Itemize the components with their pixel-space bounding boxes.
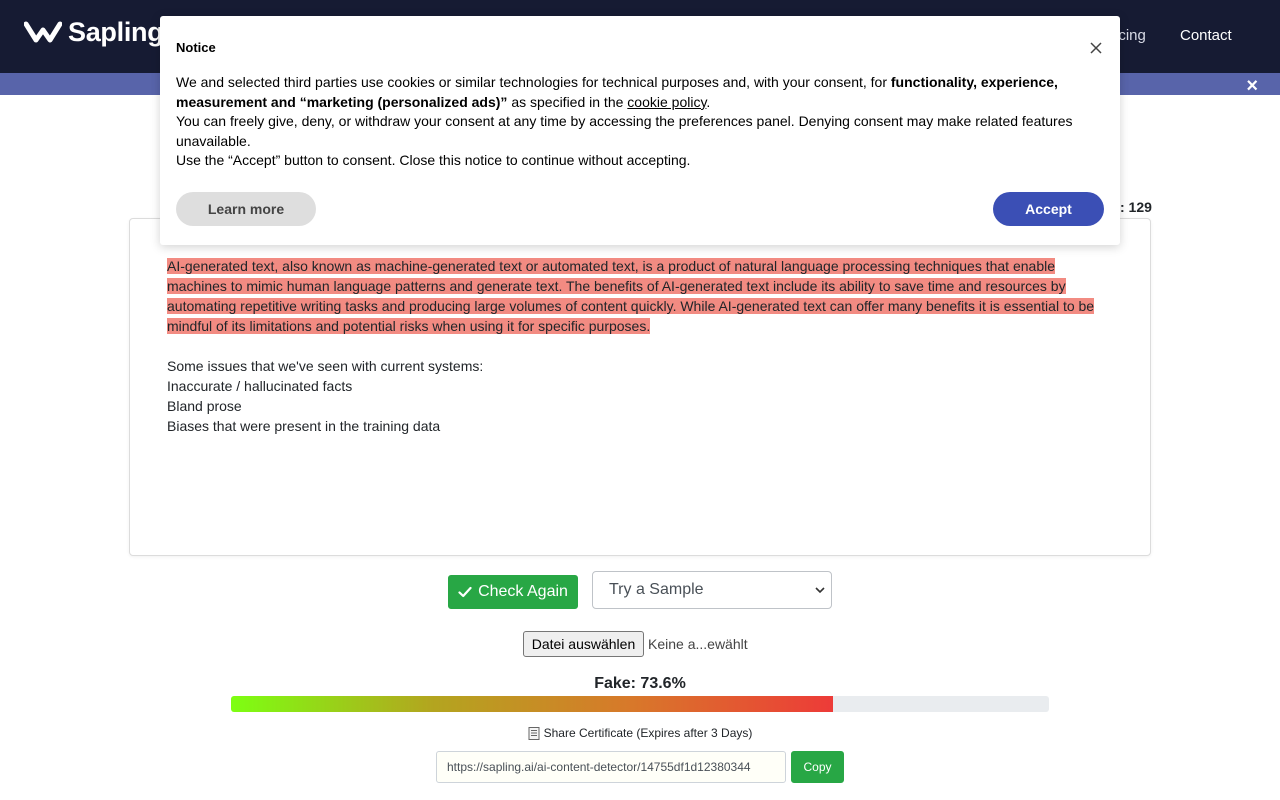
share-url-input[interactable] bbox=[436, 751, 786, 783]
close-icon[interactable] bbox=[1090, 42, 1102, 54]
check-again-button[interactable]: Check Again bbox=[448, 575, 578, 609]
check-again-label: Check Again bbox=[478, 583, 568, 600]
cookie-policy-link[interactable]: cookie policy bbox=[627, 94, 706, 110]
document-icon bbox=[528, 726, 540, 740]
share-certificate-row: Share Certificate (Expires after 3 Days) bbox=[0, 726, 1280, 740]
checkmark-icon bbox=[458, 586, 472, 598]
logo-text: Sapling bbox=[68, 16, 164, 47]
notice-body: We and selected third parties use cookie… bbox=[176, 73, 1096, 171]
chevron-down-icon bbox=[815, 587, 825, 594]
editor-line: Inaccurate / hallucinated facts bbox=[167, 378, 353, 394]
editor-line: Biases that were present in the training… bbox=[167, 418, 441, 434]
sapling-logo[interactable]: Sapling bbox=[24, 15, 164, 49]
accept-button[interactable]: Accept bbox=[993, 192, 1104, 226]
editor-line: Some issues that we've seen with current… bbox=[167, 358, 484, 374]
notice-text: . bbox=[706, 93, 711, 110]
share-certificate-label: Share Certificate (Expires after 3 Days) bbox=[543, 726, 753, 740]
notice-text: You can freely give, deny, or withdraw y… bbox=[176, 113, 1073, 149]
ai-highlighted-text: AI-generated text, also known as machine… bbox=[167, 258, 1095, 334]
fake-score-progress-fill bbox=[231, 696, 834, 712]
banner-close-icon[interactable]: × bbox=[1246, 76, 1258, 96]
sapling-logo-icon bbox=[24, 21, 62, 43]
copy-button[interactable]: Copy bbox=[791, 751, 844, 783]
editor-content[interactable]: AI-generated text, also known as machine… bbox=[167, 256, 1107, 436]
sample-select-value: Try a Sample bbox=[609, 581, 704, 598]
cookie-notice-dialog: Notice We and selected third parties use… bbox=[160, 16, 1120, 245]
file-choose-button[interactable]: Datei auswählen bbox=[523, 631, 644, 657]
notice-text: We and selected third parties use cookie… bbox=[176, 74, 891, 90]
character-count: : 129 bbox=[1120, 199, 1152, 215]
fake-score-label: Fake: 73.6% bbox=[594, 675, 686, 692]
fake-score-progress-bar bbox=[231, 696, 1049, 712]
learn-more-button[interactable]: Learn more bbox=[176, 192, 316, 226]
notice-text: as specified in the bbox=[507, 93, 628, 110]
editor-line: Bland prose bbox=[167, 398, 242, 414]
nav-contact-link[interactable]: Contact bbox=[1180, 27, 1232, 44]
notice-text: Use the “Accept” button to consent. Clos… bbox=[176, 152, 691, 168]
file-status-text: Keine a...ewählt bbox=[648, 636, 748, 652]
text-editor[interactable]: AI-generated text, also known as machine… bbox=[129, 218, 1151, 556]
try-sample-select[interactable]: Try a Sample bbox=[592, 571, 832, 609]
notice-title: Notice bbox=[176, 40, 216, 55]
